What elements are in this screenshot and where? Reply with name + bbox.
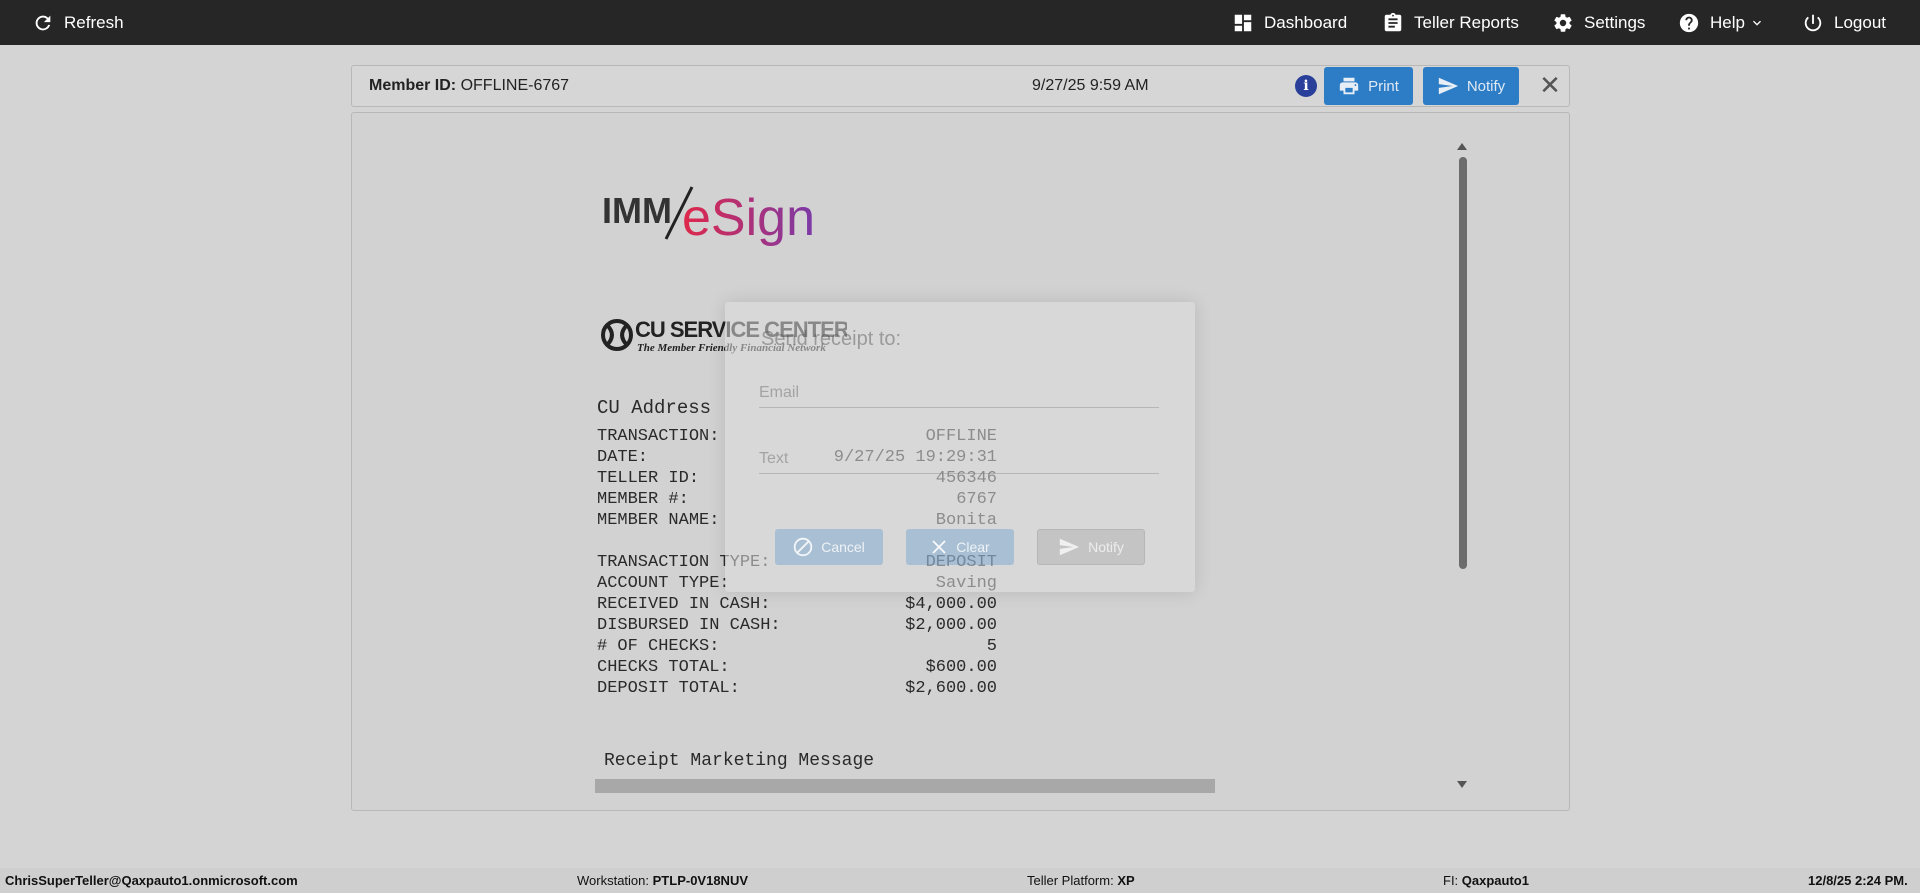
member-id-label: Member ID:: [369, 77, 457, 94]
question-circle-icon: [1679, 13, 1699, 32]
receipt-line-label: # OF CHECKS:: [597, 637, 720, 656]
teller-reports-label: Teller Reports: [1414, 12, 1519, 32]
dialog-notify-button[interactable]: Notify: [1037, 529, 1145, 565]
chevron-down-icon: [1752, 20, 1761, 26]
imm-esign-logo: IMM eSign: [602, 186, 815, 247]
logout-label: Logout: [1834, 12, 1886, 32]
dashboard-button[interactable]: Dashboard: [1232, 0, 1347, 45]
receipt-line-label: DATE:: [597, 448, 649, 467]
clear-label: Clear: [956, 539, 990, 555]
footer-user: ChrisSuperTeller@Qaxpauto1.onmicrosoft.c…: [5, 873, 298, 888]
receipt-header: Member ID: OFFLINE-6767 9/27/25 9:59 AM …: [351, 65, 1570, 107]
receipt-line-label: CHECKS TOTAL:: [597, 658, 730, 677]
cancel-icon: [793, 537, 813, 557]
notify-label: Notify: [1466, 77, 1506, 95]
receipt-line: # OF CHECKS: 5: [597, 637, 997, 658]
scroll-down-icon[interactable]: [1457, 781, 1467, 788]
footer-workstation: Workstation: PTLP-0V18NUV: [577, 873, 749, 888]
header-datetime: 9/27/25 9:59 AM: [1032, 77, 1149, 94]
receipt-line-label: DISBURSED IN CASH:: [597, 616, 781, 635]
logo-imm-text: IMM: [602, 190, 672, 231]
printer-icon: [1339, 77, 1359, 95]
receipt-line-value: 5: [986, 637, 997, 656]
help-label: Help: [1710, 12, 1745, 32]
cu-address: CU Address: [597, 397, 712, 419]
receipt-line-label: TRANSACTION:: [597, 427, 720, 446]
dashboard-label: Dashboard: [1264, 12, 1348, 32]
notify-button[interactable]: Notify: [1423, 67, 1519, 105]
send-icon: [1059, 538, 1080, 556]
receipt-line: DISBURSED IN CASH: $2,000.00: [597, 616, 997, 637]
receipt-line-value: $2,000.00: [905, 616, 997, 635]
receipt-line-value: $600.00: [925, 658, 997, 677]
info-icon[interactable]: i: [1295, 75, 1317, 97]
refresh-label: Refresh: [64, 12, 124, 32]
receipt-line: RECEIVED IN CASH: $4,000.00: [597, 595, 997, 616]
receipt-line: CHECKS TOTAL: $600.00: [597, 658, 997, 679]
print-label: Print: [1368, 77, 1399, 95]
status-footer: ChrisSuperTeller@Qaxpauto1.onmicrosoft.c…: [0, 868, 1920, 893]
receipt-line-label: DEPOSIT TOTAL:: [597, 679, 740, 698]
member-id-value: OFFLINE-6767: [460, 77, 570, 94]
receipt-line-label: MEMBER #:: [597, 490, 689, 509]
text-field[interactable]: Text: [759, 448, 1159, 474]
settings-button[interactable]: Settings: [1552, 0, 1645, 45]
help-menu-button[interactable]: Help: [1678, 0, 1765, 45]
footer-fi: FI: Qaxpauto1: [1443, 873, 1529, 888]
receipt-line-value: $2,600.00: [905, 679, 997, 698]
receipt-line-label: TELLER ID:: [597, 469, 700, 488]
vertical-scrollbar-thumb[interactable]: [1459, 157, 1467, 569]
cancel-button[interactable]: Cancel: [775, 529, 883, 565]
refresh-button[interactable]: Refresh: [32, 0, 124, 45]
print-button[interactable]: Print: [1324, 67, 1413, 105]
receipt-line-label: RECEIVED IN CASH:: [597, 595, 771, 614]
gear-icon: [1554, 13, 1572, 32]
top-nav-bar: Refresh Dashboard Teller Reports Setting…: [0, 0, 1920, 45]
receipt-line: DEPOSIT TOTAL: $2,600.00: [597, 679, 997, 700]
dialog-notify-label: Notify: [1088, 539, 1124, 555]
footer-datetime: 12/8/25 2:24 PM.: [1808, 873, 1908, 888]
footer-platform: Teller Platform: XP: [1027, 873, 1135, 888]
settings-label: Settings: [1584, 12, 1646, 32]
logout-button[interactable]: Logout: [1802, 0, 1886, 45]
member-id: Member ID: OFFLINE-6767: [369, 77, 569, 95]
receipt-line-value: $4,000.00: [905, 595, 997, 614]
close-icon: [932, 540, 946, 554]
cancel-label: Cancel: [821, 539, 865, 555]
teller-reports-button[interactable]: Teller Reports: [1382, 0, 1519, 45]
dashboard-icon: [1234, 14, 1252, 31]
send-icon: [1438, 77, 1458, 95]
refresh-icon: [35, 15, 51, 30]
horizontal-scrollbar[interactable]: [595, 779, 1215, 793]
clear-button[interactable]: Clear: [906, 529, 1014, 565]
receipt-line-label: ACCOUNT TYPE:: [597, 574, 730, 593]
scroll-up-icon[interactable]: [1457, 143, 1467, 150]
clipboard-icon: [1384, 12, 1402, 31]
logo-esign-text: eSign: [682, 189, 815, 247]
email-field[interactable]: Email: [759, 382, 1159, 408]
dialog-title: Send receipt to:: [761, 328, 902, 350]
marketing-message: Receipt Marketing Message: [604, 751, 875, 771]
send-receipt-dialog: Send receipt to: Email Text Cancel Clear…: [725, 302, 1195, 592]
close-icon[interactable]: ✕: [1537, 72, 1563, 99]
receipt-line-label: MEMBER NAME:: [597, 511, 720, 530]
power-icon: [1804, 14, 1822, 31]
